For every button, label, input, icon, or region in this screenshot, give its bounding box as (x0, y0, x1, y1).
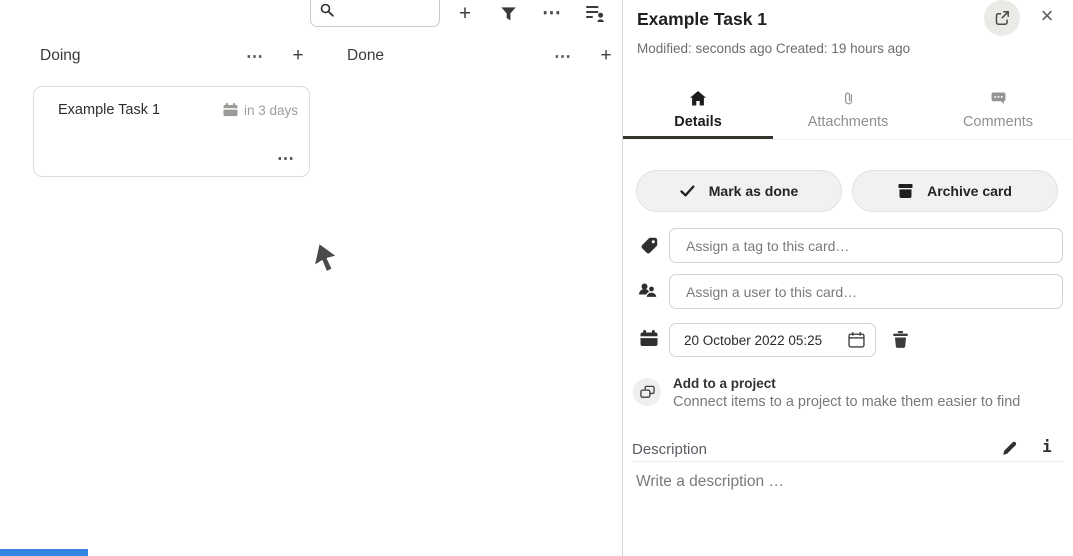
remove-due-date-button[interactable] (890, 329, 910, 349)
panel-tabs: Details Attachments Comments (623, 84, 1073, 140)
edit-description-button[interactable] (1000, 438, 1020, 458)
filter-button[interactable] (499, 5, 517, 23)
assign-user-field[interactable] (669, 274, 1063, 309)
external-link-icon (994, 10, 1010, 26)
project-row-subtitle: Connect items to a project to make them … (673, 394, 1020, 410)
calendar-icon (223, 103, 238, 117)
search-field[interactable] (310, 0, 440, 27)
home-icon (690, 90, 706, 107)
tab-details-label: Details (674, 114, 722, 130)
board-menu-button[interactable]: ⋯ (540, 1, 564, 25)
task-card[interactable]: Example Task 1 in 3 days ⋯ (33, 86, 310, 177)
calendar-icon (640, 330, 658, 347)
card-due-text: in 3 days (244, 103, 298, 118)
close-panel-button[interactable]: × (1034, 3, 1060, 29)
ellipsis-icon: ⋯ (542, 4, 562, 23)
paperclip-icon (842, 90, 855, 107)
tab-attachments[interactable]: Attachments (773, 84, 923, 139)
open-in-window-button[interactable] (984, 0, 1020, 36)
pencil-icon (1002, 440, 1018, 456)
mark-as-done-label: Mark as done (709, 183, 798, 199)
column-doing-add-button[interactable]: + (287, 43, 309, 67)
sort-assign-button[interactable] (585, 4, 605, 23)
assign-tag-field[interactable] (669, 228, 1063, 263)
column-doing-menu-button[interactable]: ⋯ (243, 45, 267, 67)
open-calendar-button[interactable] (845, 329, 867, 351)
close-icon: × (1041, 3, 1054, 29)
tab-comments[interactable]: Comments (923, 84, 1073, 139)
sort-user-icon (586, 5, 605, 22)
description-label: Description (632, 441, 707, 458)
app-window: + ⋯ Doing ⋯ + Done ⋯ + (0, 0, 1073, 556)
info-icon: i (1042, 437, 1052, 456)
archive-icon (898, 184, 913, 198)
ellipsis-icon: ⋯ (554, 48, 572, 65)
search-icon (320, 3, 334, 17)
ellipsis-icon: ⋯ (277, 150, 295, 167)
trash-icon (893, 331, 908, 348)
tag-icon (640, 237, 658, 255)
tab-comments-label: Comments (963, 114, 1033, 130)
projects-icon (640, 385, 655, 399)
card-title: Example Task 1 (58, 102, 223, 118)
column-done-menu-button[interactable]: ⋯ (551, 45, 575, 67)
due-date-value: 20 October 2022 05:25 (684, 333, 845, 348)
column-done-add-button[interactable]: + (595, 43, 617, 67)
filter-funnel-icon (501, 7, 516, 22)
mark-as-done-button[interactable]: Mark as done (636, 170, 842, 212)
progress-accent-bar (0, 549, 88, 556)
users-icon (638, 283, 658, 299)
mouse-cursor (312, 242, 340, 279)
add-card-button[interactable]: + (452, 0, 478, 26)
plus-icon: + (600, 46, 611, 65)
search-input[interactable] (340, 0, 440, 20)
card-actions: Mark as done Archive card (636, 170, 1058, 212)
description-separator (632, 461, 1063, 462)
tab-attachments-label: Attachments (808, 114, 889, 130)
column-title-doing: Doing (40, 47, 81, 65)
ellipsis-icon: ⋯ (246, 48, 264, 65)
comments-icon (991, 90, 1006, 107)
assign-tag-input[interactable] (670, 229, 1062, 262)
check-icon (680, 185, 695, 197)
tab-details[interactable]: Details (623, 84, 773, 139)
assign-user-input[interactable] (670, 275, 1062, 308)
due-date-field[interactable]: 20 October 2022 05:25 (669, 323, 876, 357)
panel-task-title: Example Task 1 (637, 9, 767, 30)
archive-card-button[interactable]: Archive card (852, 170, 1058, 212)
plus-icon: + (292, 46, 303, 65)
column-title-done: Done (347, 47, 384, 65)
panel-task-meta: Modified: seconds ago Created: 19 hours … (637, 41, 910, 56)
add-to-project-button[interactable] (633, 378, 661, 406)
card-menu-button[interactable]: ⋯ (277, 150, 295, 167)
card-due-badge: in 3 days (223, 103, 298, 118)
calendar-outline-icon (848, 332, 865, 348)
archive-card-label: Archive card (927, 183, 1012, 199)
description-info-button[interactable]: i (1038, 436, 1056, 456)
plus-icon: + (459, 3, 471, 24)
description-editor[interactable]: Write a description … (636, 473, 784, 491)
project-row-title[interactable]: Add to a project (673, 376, 776, 391)
